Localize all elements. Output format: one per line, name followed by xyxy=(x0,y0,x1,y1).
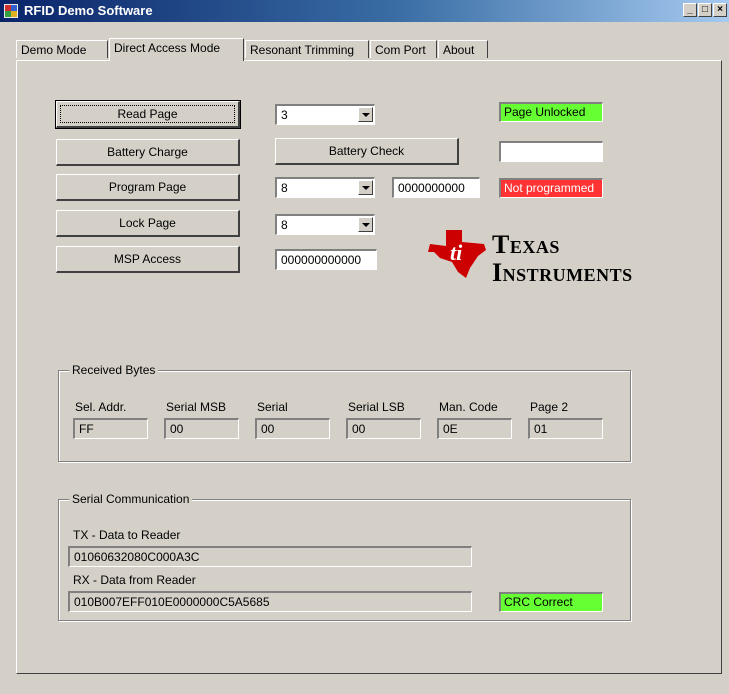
serial-msb-label: Serial MSB xyxy=(166,400,227,414)
read-page-select[interactable]: 3 xyxy=(275,104,375,125)
program-page-select[interactable]: 8 xyxy=(275,177,375,198)
sel-addr-value: FF xyxy=(73,418,148,439)
serial-communication-title: Serial Communication xyxy=(69,492,193,506)
tx-label: TX - Data to Reader xyxy=(73,528,181,542)
texas-state-icon: ti xyxy=(428,230,486,278)
crc-status: CRC Correct xyxy=(499,592,603,612)
rx-label: RX - Data from Reader xyxy=(73,573,196,587)
svg-text:ti: ti xyxy=(450,240,463,265)
page-lock-status: Page Unlocked xyxy=(499,102,603,122)
serial-msb-value: 00 xyxy=(164,418,239,439)
man-code-label: Man. Code xyxy=(439,400,498,414)
ti-logo: ti Texas Instruments xyxy=(426,228,696,298)
tab-about[interactable]: About xyxy=(438,40,488,58)
received-bytes-group: Received Bytes xyxy=(58,363,631,462)
tab-resonant-trimming[interactable]: Resonant Trimming xyxy=(245,40,369,58)
program-page-button[interactable]: Program Page xyxy=(56,174,240,201)
tab-com-port[interactable]: Com Port xyxy=(370,40,437,58)
rx-data-field: 010B007EFF010E0000000C5A5685 xyxy=(68,591,472,612)
lock-page-button[interactable]: Lock Page xyxy=(56,210,240,237)
sel-addr-label: Sel. Addr. xyxy=(75,400,127,414)
program-page-select-value: 8 xyxy=(281,181,288,195)
serial-label: Serial xyxy=(257,400,288,414)
window-bottom-edge xyxy=(0,690,729,694)
logo-text-texas: Texas xyxy=(492,230,560,259)
app-icon xyxy=(4,4,18,18)
battery-check-button[interactable]: Battery Check xyxy=(275,138,459,165)
program-data-input[interactable]: 0000000000 xyxy=(392,177,480,198)
read-page-select-value: 3 xyxy=(281,108,288,122)
tab-direct-access-mode[interactable]: Direct Access Mode xyxy=(109,38,244,61)
battery-check-result xyxy=(499,141,603,162)
page-2-label: Page 2 xyxy=(530,400,569,414)
tx-data-field: 01060632080C000A3C xyxy=(68,546,472,567)
man-code-value: 0E xyxy=(437,418,512,439)
serial-lsb-label: Serial LSB xyxy=(348,400,405,414)
lock-page-select-value: 8 xyxy=(281,218,288,232)
minimize-button[interactable]: _ xyxy=(683,3,697,17)
tab-demo-mode[interactable]: Demo Mode xyxy=(16,40,108,58)
read-page-button[interactable]: Read Page xyxy=(55,100,241,129)
serial-lsb-value: 00 xyxy=(346,418,421,439)
msp-data-input[interactable]: 000000000000 xyxy=(275,249,377,270)
chevron-down-icon[interactable] xyxy=(358,180,373,195)
program-status: Not programmed xyxy=(499,178,603,198)
window-title: RFID Demo Software xyxy=(24,3,153,18)
page-2-value: 01 xyxy=(528,418,603,439)
chevron-down-icon[interactable] xyxy=(358,217,373,232)
chevron-down-icon[interactable] xyxy=(358,107,373,122)
title-bar: RFID Demo Software _ □ × xyxy=(0,0,729,22)
maximize-button[interactable]: □ xyxy=(698,3,712,17)
msp-access-button[interactable]: MSP Access xyxy=(56,246,240,273)
received-bytes-title: Received Bytes xyxy=(69,363,159,377)
battery-charge-button[interactable]: Battery Charge xyxy=(56,139,240,166)
logo-text-instruments: Instruments xyxy=(492,258,633,287)
lock-page-select[interactable]: 8 xyxy=(275,214,375,235)
close-button[interactable]: × xyxy=(713,3,727,17)
focus-rectangle xyxy=(60,105,235,123)
serial-value: 00 xyxy=(255,418,330,439)
